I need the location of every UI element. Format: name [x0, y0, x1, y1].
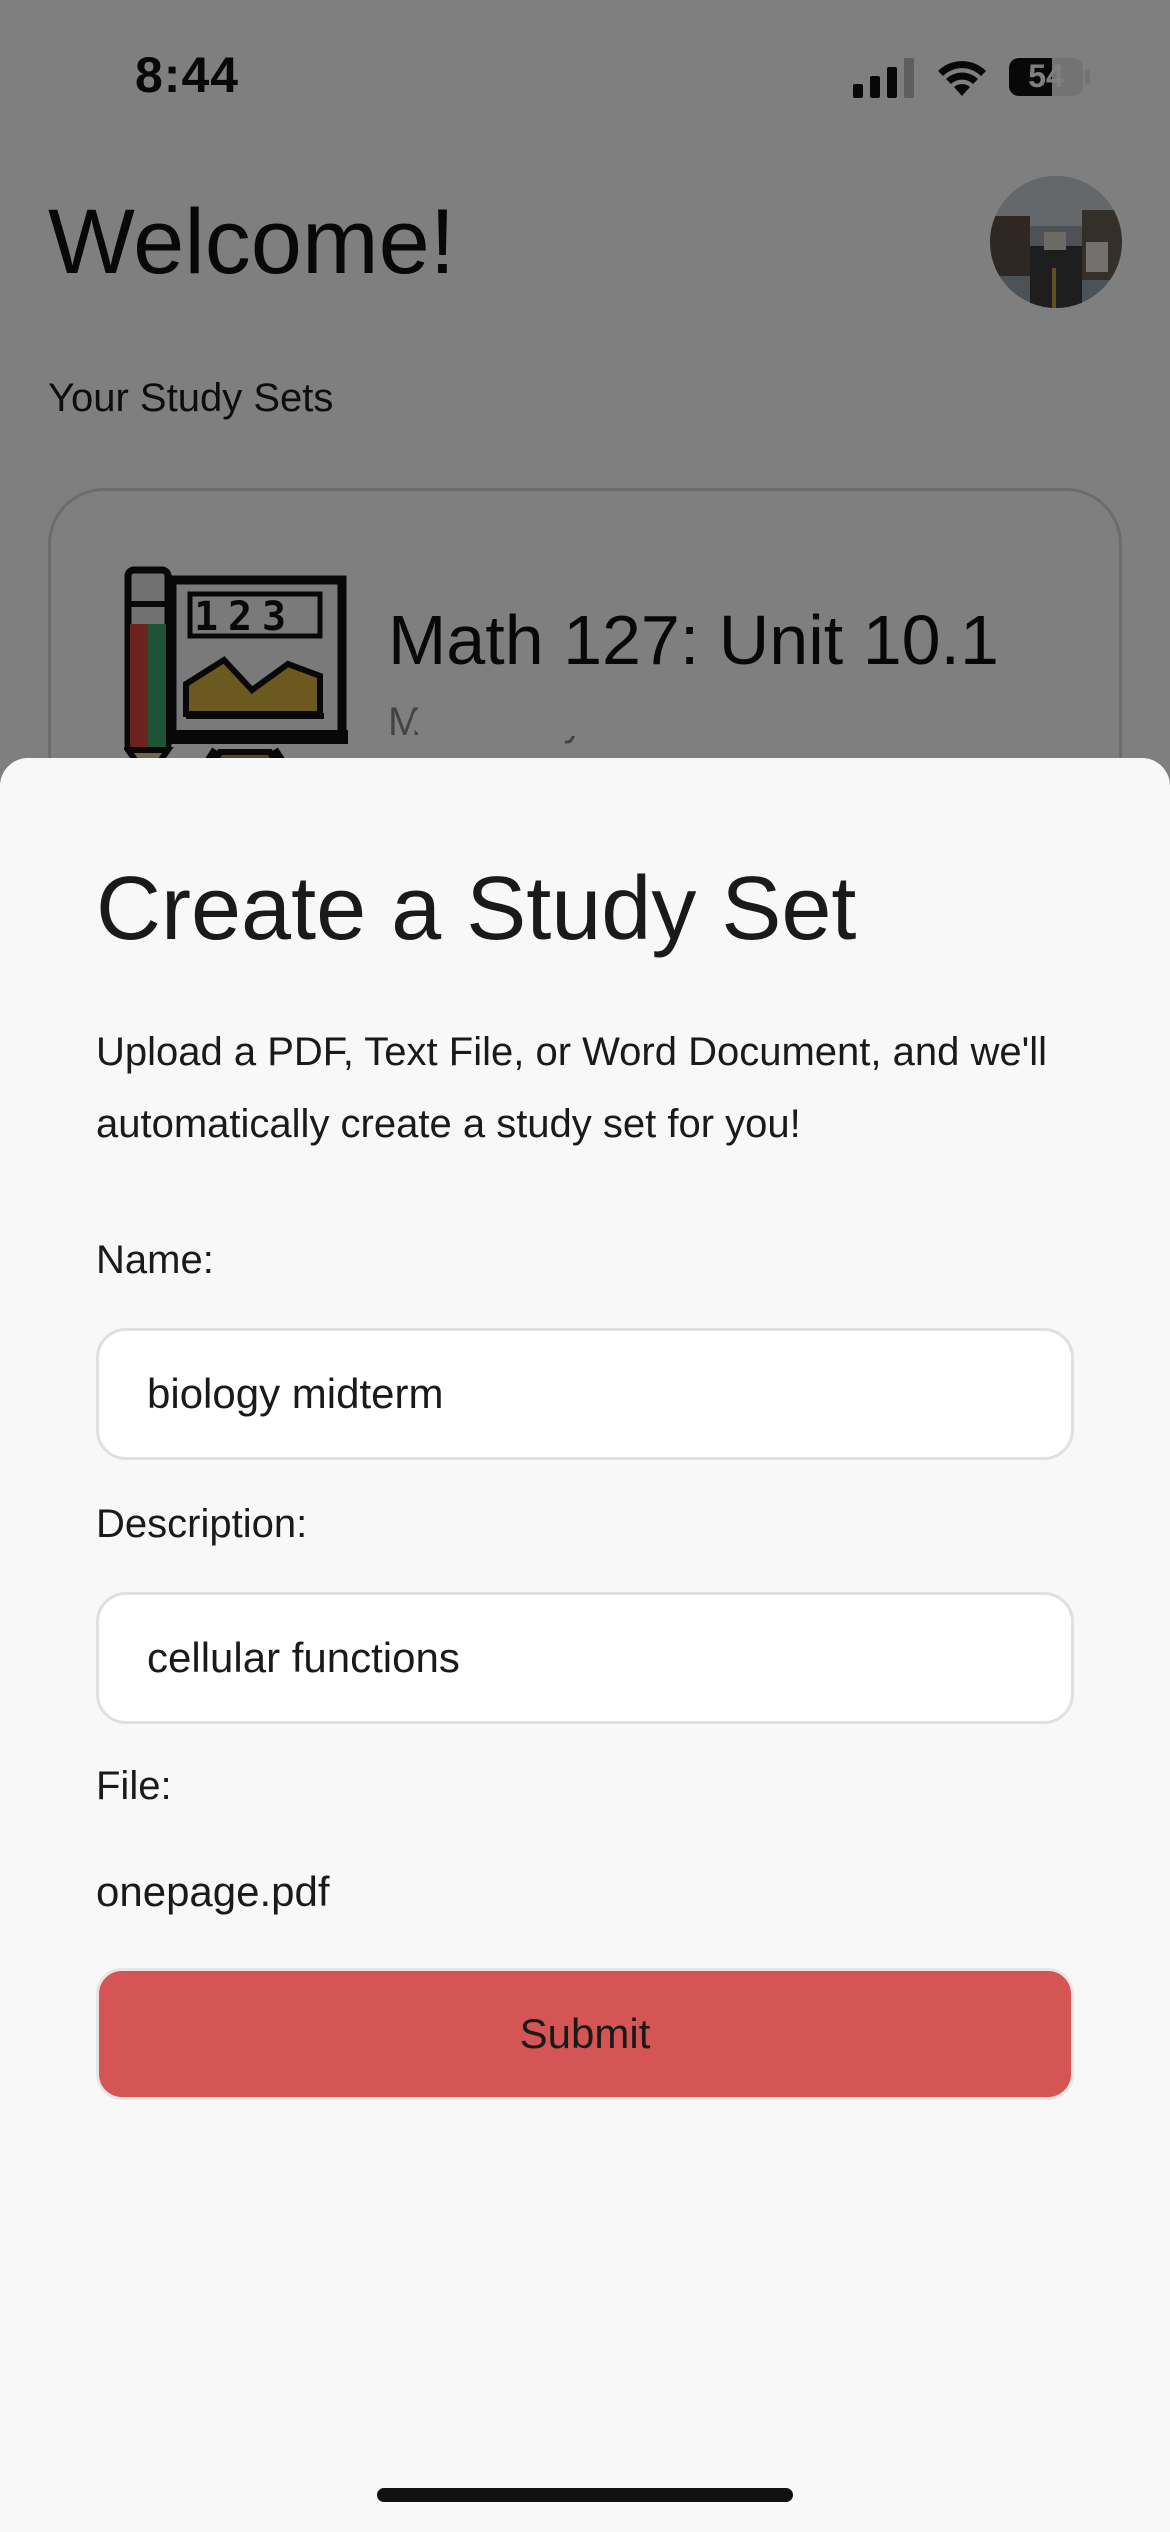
sheet-description: Upload a PDF, Text File, or Word Documen… — [96, 1030, 1048, 1146]
sheet-title: Create a Study Set — [96, 859, 857, 959]
file-picker[interactable]: onepage.pdf — [96, 1868, 330, 1916]
submit-button[interactable]: Submit — [96, 1968, 1074, 2100]
name-input[interactable] — [96, 1328, 1074, 1460]
description-label: Description: — [96, 1502, 308, 1546]
file-label: File: — [96, 1764, 172, 1808]
create-study-set-sheet: Create a Study Set Upload a PDF, Text Fi… — [0, 758, 1170, 2532]
home-indicator[interactable] — [377, 2488, 793, 2502]
name-label: Name: — [96, 1238, 214, 1282]
description-input[interactable] — [96, 1592, 1074, 1724]
